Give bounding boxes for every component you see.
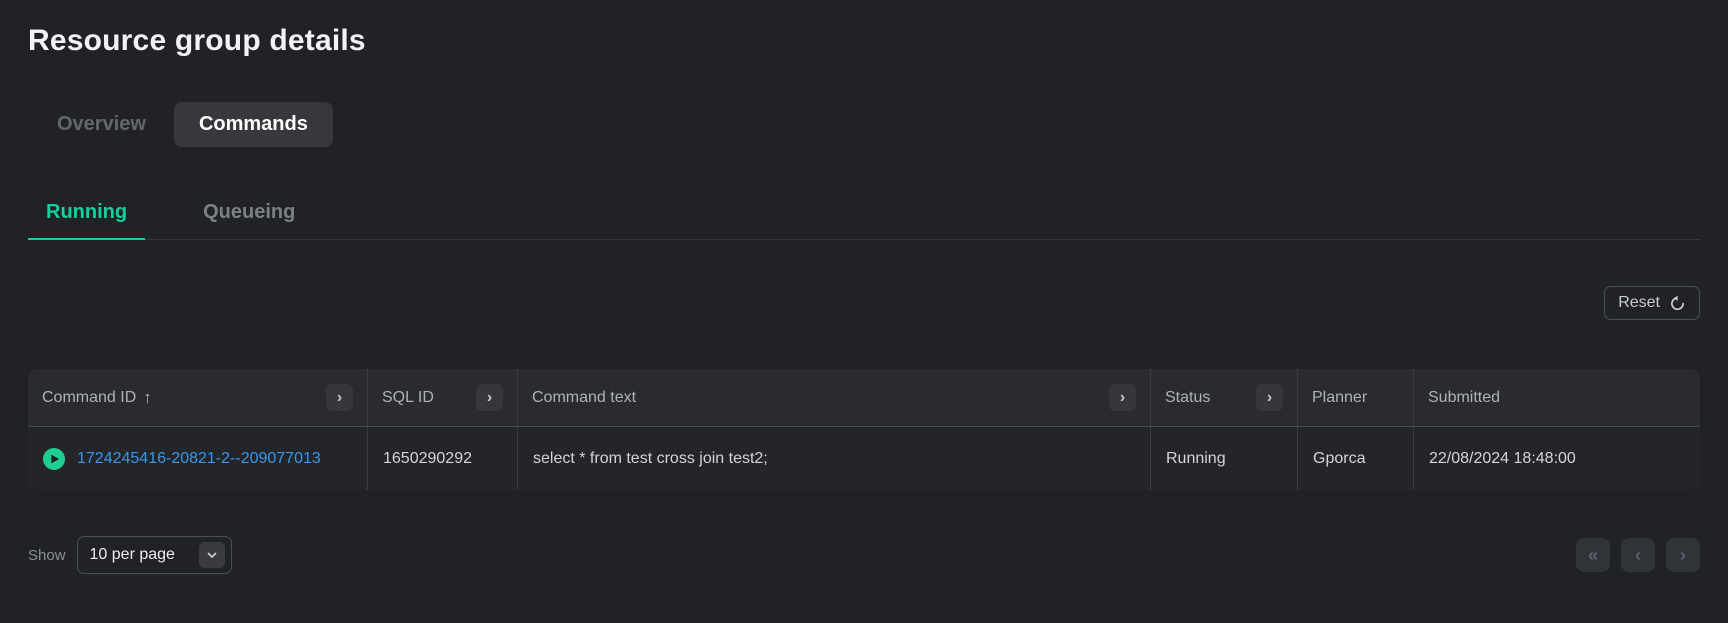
- command-state-tabs: Running Queueing: [28, 201, 1700, 240]
- table-header-row: Command ID ↑ › SQL ID › Command text › S…: [28, 369, 1700, 426]
- tab-commands[interactable]: Commands: [173, 102, 333, 147]
- commands-table: Command ID ↑ › SQL ID › Command text › S…: [28, 369, 1700, 490]
- column-label: Submitted: [1428, 388, 1501, 406]
- column-label: Status: [1165, 388, 1211, 406]
- reset-button[interactable]: Reset: [1604, 286, 1700, 320]
- reset-button-label: Reset: [1618, 294, 1660, 311]
- sort-ascending-icon[interactable]: ↑: [143, 388, 152, 408]
- cell-command-text: select * from test cross join test2;: [517, 427, 1150, 490]
- cell-command-id: 1724245416-20821-2--209077013: [28, 427, 367, 490]
- command-id-link[interactable]: 1724245416-20821-2--209077013: [77, 450, 321, 468]
- cell-planner: Gporca: [1297, 427, 1413, 490]
- play-icon: [43, 447, 65, 470]
- column-header-status[interactable]: Status ›: [1150, 369, 1297, 426]
- expand-column-icon[interactable]: ›: [1256, 384, 1283, 411]
- expand-column-icon[interactable]: ›: [476, 384, 503, 411]
- column-header-sql-id[interactable]: SQL ID ›: [367, 369, 517, 426]
- page-title: Resource group details: [28, 24, 366, 57]
- page-size-value: 10 per page: [89, 546, 175, 563]
- column-header-command-text[interactable]: Command text ›: [517, 369, 1150, 426]
- cell-status: Running: [1150, 427, 1297, 490]
- chevron-down-icon: [198, 542, 225, 568]
- next-page-button[interactable]: ›: [1666, 538, 1700, 572]
- column-label: SQL ID: [382, 388, 434, 406]
- prev-page-button[interactable]: ‹: [1621, 538, 1655, 572]
- main-tabs: Overview Commands: [57, 102, 1700, 147]
- column-label: Command text: [532, 388, 637, 406]
- page-size-select[interactable]: 10 per page: [76, 536, 232, 574]
- expand-column-icon[interactable]: ›: [326, 384, 353, 411]
- cell-submitted: 22/08/2024 18:48:00: [1413, 427, 1700, 490]
- show-label: Show: [28, 546, 66, 564]
- column-label: Command ID: [42, 388, 137, 406]
- tab-overview[interactable]: Overview: [57, 102, 146, 147]
- cell-sql-id: 1650290292: [367, 427, 517, 490]
- subtab-running[interactable]: Running: [28, 201, 146, 240]
- table-footer: Show 10 per page « ‹ ›: [28, 536, 1700, 574]
- column-label: Planner: [1312, 388, 1368, 406]
- first-page-button[interactable]: «: [1576, 538, 1610, 572]
- pagination: « ‹ ›: [1576, 538, 1700, 572]
- resource-group-details-page: Resource group details Overview Commands…: [0, 0, 1728, 623]
- column-header-planner[interactable]: Planner: [1297, 369, 1413, 426]
- expand-column-icon[interactable]: ›: [1109, 384, 1136, 411]
- subtab-queueing[interactable]: Queueing: [185, 201, 313, 240]
- column-header-command-id[interactable]: Command ID ↑ ›: [28, 369, 367, 426]
- refresh-icon: [1669, 295, 1686, 312]
- table-toolbar: Reset: [28, 286, 1700, 320]
- table-row: 1724245416-20821-2--209077013 1650290292…: [28, 426, 1700, 490]
- column-header-submitted[interactable]: Submitted: [1413, 369, 1700, 426]
